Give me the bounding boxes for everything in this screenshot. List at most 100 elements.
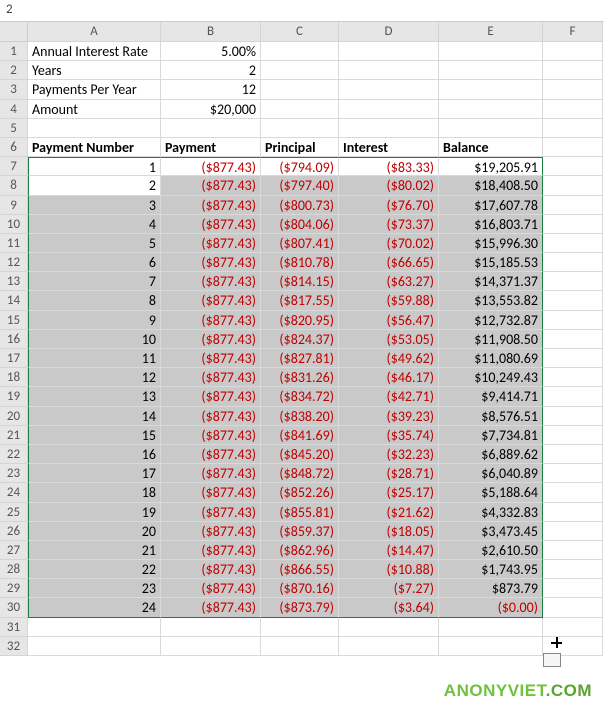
col-header-e[interactable]: E [439, 22, 543, 42]
principal-cell[interactable]: ($845.20) [261, 445, 339, 464]
cell[interactable] [439, 637, 543, 656]
cell[interactable] [543, 138, 603, 157]
cell[interactable] [161, 119, 261, 138]
row-header[interactable]: 14 [0, 291, 28, 310]
header-balance[interactable]: Balance [439, 138, 543, 157]
balance-cell[interactable]: $9,414.71 [439, 387, 543, 406]
payment-number-cell[interactable]: 22 [28, 560, 161, 579]
interest-cell[interactable]: ($3.64) [339, 598, 439, 617]
row-header[interactable]: 32 [0, 637, 28, 656]
payment-number-cell[interactable]: 16 [28, 445, 161, 464]
cell[interactable] [543, 368, 603, 387]
col-header-c[interactable]: C [261, 22, 339, 42]
principal-cell[interactable]: ($859.37) [261, 522, 339, 541]
interest-cell[interactable]: ($39.23) [339, 407, 439, 426]
payment-number-cell[interactable]: 12 [28, 368, 161, 387]
payment-number-cell[interactable]: 2 [28, 176, 161, 195]
cell[interactable] [543, 464, 603, 483]
payment-cell[interactable]: ($877.43) [161, 291, 261, 310]
balance-cell[interactable]: $6,040.89 [439, 464, 543, 483]
payment-cell[interactable]: ($877.43) [161, 579, 261, 598]
cell[interactable] [543, 61, 603, 80]
header-interest[interactable]: Interest [339, 138, 439, 157]
cell[interactable] [543, 176, 603, 195]
cell-b3[interactable]: 12 [161, 80, 261, 99]
row-header[interactable]: 19 [0, 387, 28, 406]
interest-cell[interactable]: ($46.17) [339, 368, 439, 387]
principal-cell[interactable]: ($804.06) [261, 215, 339, 234]
select-all-corner[interactable] [0, 22, 28, 42]
cell[interactable] [261, 637, 339, 656]
payment-cell[interactable]: ($877.43) [161, 483, 261, 502]
payment-number-cell[interactable]: 8 [28, 291, 161, 310]
cell[interactable] [339, 42, 439, 61]
cell[interactable] [543, 579, 603, 598]
col-header-a[interactable]: A [28, 22, 161, 42]
cell[interactable] [543, 483, 603, 502]
cell[interactable] [543, 445, 603, 464]
row-header[interactable]: 31 [0, 618, 28, 637]
payment-number-cell[interactable]: 18 [28, 483, 161, 502]
cell[interactable] [543, 387, 603, 406]
payment-number-cell[interactable]: 23 [28, 579, 161, 598]
cell[interactable] [261, 61, 339, 80]
balance-cell[interactable]: $18,408.50 [439, 176, 543, 195]
principal-cell[interactable]: ($800.73) [261, 196, 339, 215]
cell[interactable] [543, 234, 603, 253]
cell[interactable] [28, 119, 161, 138]
payment-number-cell[interactable]: 21 [28, 541, 161, 560]
row-header[interactable]: 12 [0, 253, 28, 272]
row-header[interactable]: 11 [0, 234, 28, 253]
cell[interactable] [543, 522, 603, 541]
payment-cell[interactable]: ($877.43) [161, 176, 261, 195]
cell-a2[interactable]: Years [28, 61, 161, 80]
interest-cell[interactable]: ($66.65) [339, 253, 439, 272]
payment-cell[interactable]: ($877.43) [161, 387, 261, 406]
header-payment-number[interactable]: Payment Number [28, 138, 161, 157]
principal-cell[interactable]: ($817.55) [261, 291, 339, 310]
row-header[interactable]: 9 [0, 196, 28, 215]
cell[interactable] [543, 349, 603, 368]
cell[interactable] [543, 407, 603, 426]
interest-cell[interactable]: ($59.88) [339, 291, 439, 310]
cell-b1[interactable]: 5.00% [161, 42, 261, 61]
cell[interactable] [339, 618, 439, 637]
row-header[interactable]: 30 [0, 598, 28, 617]
cell[interactable] [339, 637, 439, 656]
balance-cell[interactable]: $873.79 [439, 579, 543, 598]
row-header[interactable]: 4 [0, 100, 28, 119]
row-header[interactable]: 1 [0, 42, 28, 61]
cell[interactable] [339, 100, 439, 119]
payment-cell[interactable]: ($877.43) [161, 272, 261, 291]
payment-number-cell[interactable]: 4 [28, 215, 161, 234]
interest-cell[interactable]: ($70.02) [339, 234, 439, 253]
col-header-d[interactable]: D [339, 22, 439, 42]
cell[interactable] [439, 618, 543, 637]
balance-cell[interactable]: $10,249.43 [439, 368, 543, 387]
cell[interactable] [543, 618, 603, 637]
balance-cell[interactable]: $14,371.37 [439, 272, 543, 291]
cell[interactable] [261, 618, 339, 637]
payment-cell[interactable]: ($877.43) [161, 196, 261, 215]
payment-cell[interactable]: ($877.43) [161, 426, 261, 445]
payment-cell[interactable]: ($877.43) [161, 330, 261, 349]
payment-cell[interactable]: ($877.43) [161, 407, 261, 426]
cell[interactable] [543, 100, 603, 119]
payment-cell[interactable]: ($877.43) [161, 253, 261, 272]
cell[interactable] [543, 598, 603, 617]
cell[interactable] [439, 61, 543, 80]
cell[interactable] [28, 637, 161, 656]
payment-cell[interactable]: ($877.43) [161, 349, 261, 368]
row-header[interactable]: 28 [0, 560, 28, 579]
payment-number-cell[interactable]: 9 [28, 311, 161, 330]
balance-cell[interactable]: $11,908.50 [439, 330, 543, 349]
interest-cell[interactable]: ($63.27) [339, 272, 439, 291]
principal-cell[interactable]: ($852.26) [261, 483, 339, 502]
payment-cell[interactable]: ($877.43) [161, 598, 261, 617]
row-header[interactable]: 8 [0, 176, 28, 195]
balance-cell[interactable]: $6,889.62 [439, 445, 543, 464]
principal-cell[interactable]: ($873.79) [261, 598, 339, 617]
cell[interactable] [439, 100, 543, 119]
interest-cell[interactable]: ($56.47) [339, 311, 439, 330]
cell[interactable] [543, 426, 603, 445]
